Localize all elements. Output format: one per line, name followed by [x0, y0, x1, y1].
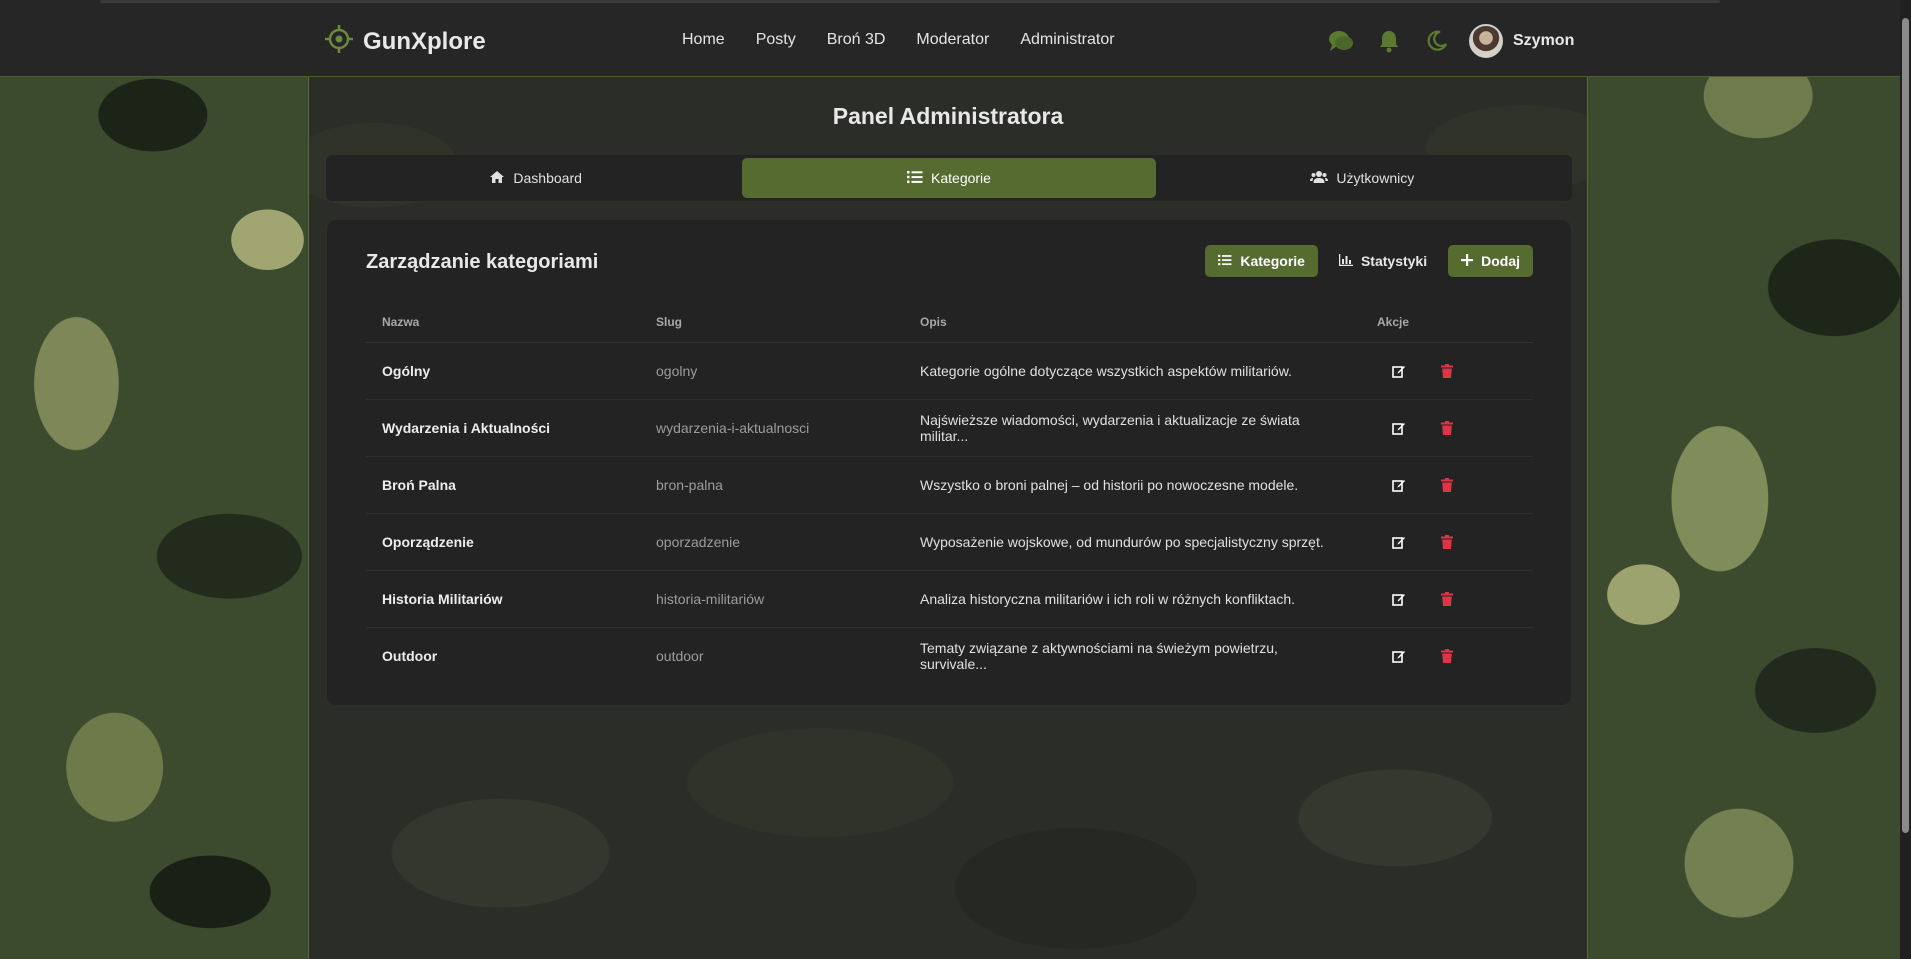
- brand-name: GunXplore: [363, 27, 486, 55]
- top-navbar: GunXplore Home Posty Broń 3D Moderator A…: [0, 0, 1900, 77]
- list-icon: [907, 170, 923, 187]
- nav-posts[interactable]: Posty: [756, 31, 796, 49]
- category-slug: ogolny: [640, 342, 904, 400]
- nav-administrator[interactable]: Administrator: [1020, 31, 1114, 49]
- main-nav: Home Posty Broń 3D Moderator Administrat…: [682, 31, 1115, 49]
- column-header-description: Opis: [904, 302, 1361, 343]
- category-description: Wszystko o broni palnej – od historii po…: [904, 456, 1361, 514]
- crosshair-icon: [324, 24, 354, 59]
- edit-icon[interactable]: [1387, 416, 1411, 440]
- table-row: Outdoor outdoor Tematy związane z aktywn…: [366, 628, 1533, 685]
- page-scrollbar[interactable]: [1900, 0, 1911, 959]
- chat-icon[interactable]: [1328, 28, 1354, 54]
- trash-icon[interactable]: [1435, 359, 1459, 383]
- edit-icon[interactable]: [1387, 473, 1411, 497]
- table-row: Historia Militariów historia-militariów …: [366, 570, 1533, 628]
- column-header-name: Nazwa: [366, 302, 640, 343]
- category-name: Wydarzenia i Aktualności: [366, 399, 640, 457]
- tab-users-label: Użytkownicy: [1336, 170, 1415, 186]
- edit-icon[interactable]: [1387, 530, 1411, 554]
- navbar-actions: Szymon: [1328, 24, 1574, 58]
- list-icon: [1218, 253, 1232, 269]
- add-category-button-label: Dodaj: [1481, 253, 1520, 269]
- category-slug: oporzadzenie: [640, 513, 904, 571]
- avatar: [1469, 24, 1503, 58]
- categories-card: Zarządzanie kategoriami Kategorie Statys…: [326, 219, 1572, 706]
- statistics-button-label: Statystyki: [1360, 253, 1428, 269]
- categories-button-label: Kategorie: [1240, 253, 1305, 269]
- users-icon: [1310, 170, 1329, 187]
- categories-button[interactable]: Kategorie: [1205, 245, 1318, 277]
- category-description: Kategorie ogólne dotyczące wszystkich as…: [904, 342, 1361, 400]
- moon-icon[interactable]: [1424, 28, 1450, 54]
- edit-icon[interactable]: [1387, 359, 1411, 383]
- add-category-button[interactable]: Dodaj: [1448, 245, 1533, 277]
- table-row: Wydarzenia i Aktualności wydarzenia-i-ak…: [366, 399, 1533, 457]
- categories-table: Nazwa Slug Opis Akcje Ogólny ogolny Kate…: [366, 302, 1533, 684]
- tab-categories-label: Kategorie: [931, 170, 991, 186]
- bar-chart-icon: [1338, 253, 1353, 269]
- main-content: Panel Administratora Dashboard Kategorie…: [308, 77, 1588, 959]
- nav-3d-weapons[interactable]: Broń 3D: [827, 31, 886, 49]
- category-slug: wydarzenia-i-aktualnosci: [640, 399, 904, 457]
- page-title: Panel Administratora: [832, 103, 1064, 129]
- plus-icon: [1461, 253, 1474, 269]
- category-name: Oporządzenie: [366, 513, 640, 571]
- category-slug: bron-palna: [640, 456, 904, 514]
- browser-edge: [100, 0, 1720, 3]
- nav-home[interactable]: Home: [682, 31, 725, 49]
- trash-icon[interactable]: [1435, 416, 1459, 440]
- tab-users[interactable]: Użytkownicy: [1156, 158, 1569, 198]
- table-row: Oporządzenie oporzadzenie Wyposażenie wo…: [366, 513, 1533, 571]
- column-header-slug: Slug: [640, 302, 904, 343]
- tab-dashboard[interactable]: Dashboard: [329, 158, 742, 198]
- trash-icon[interactable]: [1435, 644, 1459, 668]
- nav-moderator[interactable]: Moderator: [916, 31, 989, 49]
- category-name: Outdoor: [382, 648, 438, 664]
- category-description: Wyposażenie wojskowe, od mundurów po spe…: [904, 513, 1361, 571]
- category-description: Analiza historyczna militariów i ich rol…: [904, 570, 1361, 628]
- scrollbar-thumb[interactable]: [1902, 18, 1909, 833]
- category-name: Broń Palna: [366, 456, 640, 514]
- admin-tabs: Dashboard Kategorie Użytkownicy: [326, 155, 1572, 201]
- table-row: Broń Palna bron-palna Wszystko o broni p…: [366, 456, 1533, 514]
- trash-icon[interactable]: [1435, 473, 1459, 497]
- category-slug: outdoor: [656, 648, 704, 664]
- username: Szymon: [1513, 32, 1575, 49]
- category-name: Historia Militariów: [366, 570, 640, 628]
- card-title: Zarządzanie kategoriami: [366, 251, 599, 273]
- category-description: Najświeższe wiadomości, wydarzenia i akt…: [904, 399, 1361, 457]
- tab-dashboard-label: Dashboard: [513, 170, 582, 186]
- edit-icon[interactable]: [1387, 587, 1411, 611]
- category-description: Tematy związane z aktywnościami na śwież…: [920, 640, 1278, 672]
- edit-icon[interactable]: [1387, 644, 1411, 668]
- tab-categories[interactable]: Kategorie: [742, 158, 1156, 198]
- trash-icon[interactable]: [1435, 530, 1459, 554]
- table-row: Ogólny ogolny Kategorie ogólne dotyczące…: [366, 342, 1533, 400]
- home-icon: [489, 170, 505, 187]
- column-header-actions: Akcje: [1361, 302, 1533, 343]
- bell-icon[interactable]: [1376, 28, 1402, 54]
- category-slug: historia-militariów: [640, 570, 904, 628]
- user-menu[interactable]: Szymon: [1469, 24, 1574, 58]
- category-name: Ogólny: [366, 342, 640, 400]
- card-actions: Kategorie Statystyki Dodaj: [1205, 245, 1533, 277]
- statistics-button[interactable]: Statystyki: [1326, 245, 1440, 277]
- trash-icon[interactable]: [1435, 587, 1459, 611]
- brand-logo[interactable]: GunXplore: [324, 24, 486, 59]
- table-header-row: Nazwa Slug Opis Akcje: [366, 302, 1533, 343]
